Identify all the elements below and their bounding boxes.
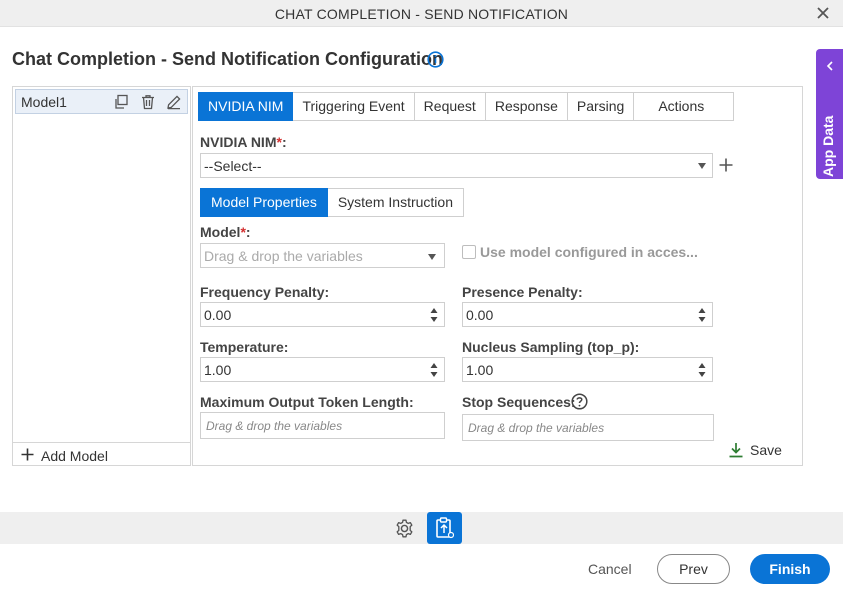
tab-request[interactable]: Request	[414, 92, 486, 121]
temperature-input[interactable]: 1.00	[200, 357, 445, 382]
model-name: Model1	[21, 94, 67, 110]
window-title: CHAT COMPLETION - SEND NOTIFICATION	[274, 6, 569, 22]
add-model-button[interactable]: Add Model	[13, 442, 190, 466]
tab-actions[interactable]: Actions	[634, 92, 735, 121]
temperature-label: Temperature:	[200, 339, 289, 355]
presence-penalty-input[interactable]: 0.00	[462, 302, 713, 327]
gear-icon[interactable]	[394, 518, 415, 539]
bottom-toolbar	[0, 512, 843, 544]
stop-sequences-label: Stop Sequences:	[462, 394, 576, 410]
nvidia-nim-label: NVIDIA NIM*:	[200, 134, 287, 150]
download-icon	[729, 443, 743, 458]
finish-button[interactable]: Finish	[750, 554, 830, 584]
model-select[interactable]: Drag & drop the variables	[200, 243, 445, 268]
copy-icon[interactable]	[113, 94, 129, 110]
chevron-down-icon	[698, 163, 706, 169]
window-titlebar: CHAT COMPLETION - SEND NOTIFICATION	[0, 0, 843, 27]
help-icon[interactable]	[571, 393, 588, 410]
frequency-penalty-input[interactable]: 0.00	[200, 302, 445, 327]
clipboard-settings-button[interactable]	[427, 512, 462, 544]
nvidia-nim-select[interactable]: --Select--	[200, 153, 713, 178]
spinner-icon[interactable]	[698, 306, 706, 324]
chevron-down-icon	[428, 254, 436, 260]
presence-penalty-label: Presence Penalty:	[462, 284, 583, 300]
nucleus-sampling-input[interactable]: 1.00	[462, 357, 713, 382]
app-data-panel-toggle[interactable]: App Data	[816, 49, 843, 179]
close-icon[interactable]	[813, 3, 833, 23]
tab-system-instruction[interactable]: System Instruction	[327, 188, 464, 217]
add-connection-icon[interactable]	[719, 158, 733, 172]
prev-button[interactable]: Prev	[657, 554, 730, 584]
model-list-item[interactable]: Model1	[15, 89, 188, 114]
max-output-token-label: Maximum Output Token Length:	[200, 394, 414, 410]
max-output-token-dropzone[interactable]: Drag & drop the variables	[200, 412, 445, 439]
app-data-label: App Data	[820, 115, 836, 177]
model-label: Model*:	[200, 224, 251, 240]
edit-icon[interactable]	[166, 94, 182, 110]
use-configured-model-checkbox[interactable]	[462, 245, 476, 259]
clipboard-icon	[436, 517, 454, 539]
info-icon[interactable]	[427, 51, 444, 68]
add-model-label: Add Model	[41, 448, 108, 464]
model-subtabs: Model Properties System Instruction	[200, 188, 464, 217]
models-panel: Model1 Add Model	[12, 86, 191, 466]
configuration-panel: NVIDIA NIM Triggering Event Request Resp…	[192, 86, 803, 466]
spinner-icon[interactable]	[698, 361, 706, 379]
tab-response[interactable]: Response	[485, 92, 568, 121]
delete-icon[interactable]	[140, 94, 156, 110]
plus-icon	[21, 448, 34, 461]
stop-sequences-dropzone[interactable]: Drag & drop the variables	[462, 414, 714, 441]
frequency-penalty-label: Frequency Penalty:	[200, 284, 330, 300]
use-configured-model-label: Use model configured in acces...	[480, 244, 698, 260]
tab-triggering-event[interactable]: Triggering Event	[293, 92, 415, 121]
cancel-button[interactable]: Cancel	[588, 561, 632, 577]
tab-model-properties[interactable]: Model Properties	[200, 188, 328, 217]
tab-parsing[interactable]: Parsing	[567, 92, 635, 121]
config-tabs: NVIDIA NIM Triggering Event Request Resp…	[198, 92, 735, 122]
spinner-icon[interactable]	[430, 306, 438, 324]
nucleus-sampling-label: Nucleus Sampling (top_p):	[462, 339, 640, 355]
page-title: Chat Completion - Send Notification Conf…	[12, 49, 443, 69]
spinner-icon[interactable]	[430, 361, 438, 379]
chevron-left-icon	[826, 61, 833, 71]
tab-nvidia-nim[interactable]: NVIDIA NIM	[198, 92, 294, 121]
